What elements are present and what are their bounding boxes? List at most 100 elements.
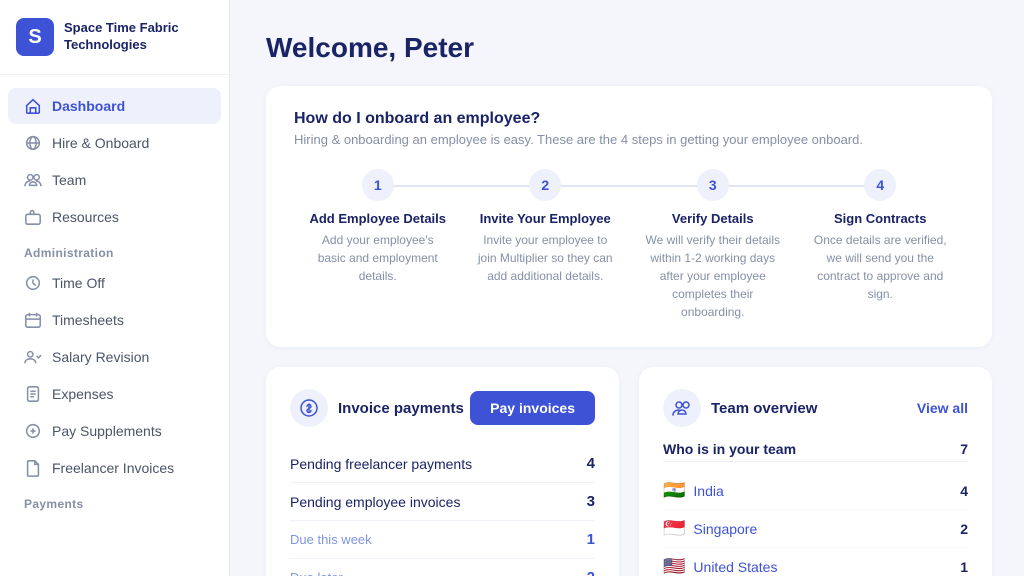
step-2-desc: Invite your employee to join Multiplier …: [475, 231, 615, 285]
team-overview-card: Team overview View all Who is in your te…: [639, 367, 992, 576]
us-count: 1: [960, 559, 968, 575]
onboard-title: How do I onboard an employee?: [294, 110, 964, 128]
india-name: India: [693, 483, 723, 499]
receipt-icon: [24, 385, 42, 403]
invoice-row-label-0: Pending freelancer payments: [290, 456, 472, 472]
sidebar-item-freelancer-invoices[interactable]: Freelancer Invoices: [8, 450, 221, 486]
singapore-flag: 🇸🇬: [663, 518, 685, 539]
sidebar-item-team[interactable]: Team: [8, 162, 221, 198]
sidebar-item-timesheets-label: Timesheets: [52, 312, 124, 328]
team-country-india: 🇮🇳 India 4: [663, 472, 968, 510]
sidebar-item-dashboard[interactable]: Dashboard: [8, 88, 221, 124]
team-card-header: Team overview View all: [663, 389, 968, 427]
step-1-desc: Add your employee's basic and employment…: [308, 231, 448, 285]
team-icon-wrap: [663, 389, 701, 427]
home-icon: [24, 97, 42, 115]
invoice-row-label-3: Due later: [290, 570, 343, 576]
view-all-link[interactable]: View all: [917, 400, 968, 416]
invoice-card-header: Invoice payments Pay invoices: [290, 389, 595, 427]
company-logo: S Space Time Fabric Technologies: [0, 0, 229, 75]
invoice-title-row: Invoice payments: [290, 389, 464, 427]
us-flag: 🇺🇸: [663, 556, 685, 576]
sidebar: S Space Time Fabric Technologies Dashboa…: [0, 0, 230, 576]
invoice-icon-wrap: [290, 389, 328, 427]
calendar-icon: [24, 311, 42, 329]
step-1-circle: 1: [362, 169, 394, 201]
team-country-singapore: 🇸🇬 Singapore 2: [663, 510, 968, 548]
invoice-row-pending-freelancer: Pending freelancer payments 4: [290, 445, 595, 483]
sidebar-item-time-off-label: Time Off: [52, 275, 105, 291]
team-overview-icon: [672, 398, 692, 418]
bottom-row: Invoice payments Pay invoices Pending fr…: [266, 367, 992, 576]
sidebar-item-expenses[interactable]: Expenses: [8, 376, 221, 412]
onboard-steps: 1 Add Employee Details Add your employee…: [294, 169, 964, 321]
step-2-title: Invite Your Employee: [480, 211, 611, 226]
who-is-in-your-team-label: Who is in your team: [663, 441, 796, 457]
onboard-card: How do I onboard an employee? Hiring & o…: [266, 86, 992, 347]
team-country-us: 🇺🇸 United States 1: [663, 548, 968, 576]
sidebar-item-hire-onboard[interactable]: Hire & Onboard: [8, 125, 221, 161]
step-3-title: Verify Details: [672, 211, 754, 226]
sidebar-item-timesheets[interactable]: Timesheets: [8, 302, 221, 338]
company-name: Space Time Fabric Technologies: [64, 20, 213, 54]
step-3-desc: We will verify their details within 1-2 …: [643, 231, 783, 321]
step-4-title: Sign Contracts: [834, 211, 926, 226]
invoice-row-count-0: 4: [587, 455, 595, 472]
payments-section-label: Payments: [0, 487, 229, 515]
india-count: 4: [960, 483, 968, 499]
team-card-title: Team overview: [711, 400, 817, 417]
invoice-row-count-2: 1: [587, 531, 595, 548]
sidebar-item-team-label: Team: [52, 172, 86, 188]
users-icon: [24, 348, 42, 366]
sidebar-item-freelancer-invoices-label: Freelancer Invoices: [52, 460, 174, 476]
step-2-circle: 2: [529, 169, 561, 201]
sidebar-item-hire-onboard-label: Hire & Onboard: [52, 135, 149, 151]
step-4-desc: Once details are verified, we will send …: [810, 231, 950, 303]
invoice-card-title: Invoice payments: [338, 400, 464, 417]
admin-section-label: Administration: [0, 236, 229, 264]
invoice-row-label-1: Pending employee invoices: [290, 494, 460, 510]
invoice-row-count-3: 2: [587, 569, 595, 576]
team-title-row: Team overview: [663, 389, 817, 427]
invoice-row-count-1: 3: [587, 493, 595, 510]
sidebar-item-dashboard-label: Dashboard: [52, 98, 125, 114]
sidebar-item-resources-label: Resources: [52, 209, 119, 225]
onboard-subtitle: Hiring & onboarding an employee is easy.…: [294, 132, 964, 147]
us-name: United States: [693, 559, 777, 575]
pay-invoices-button[interactable]: Pay invoices: [470, 391, 595, 425]
sidebar-item-expenses-label: Expenses: [52, 386, 113, 402]
sidebar-item-time-off[interactable]: Time Off: [8, 265, 221, 301]
team-section-header: Who is in your team 7: [663, 441, 968, 462]
invoice-payments-icon: [299, 398, 319, 418]
team-total-count: 7: [960, 441, 968, 457]
invoice-row-due-week: Due this week 1: [290, 521, 595, 559]
clock-icon: [24, 274, 42, 292]
doc-icon: [24, 459, 42, 477]
onboard-step-4: 4 Sign Contracts Once details are verifi…: [797, 169, 965, 303]
step-3-circle: 3: [697, 169, 729, 201]
company-initial: S: [16, 18, 54, 56]
step-4-circle: 4: [864, 169, 896, 201]
invoice-row-pending-employee: Pending employee invoices 3: [290, 483, 595, 521]
singapore-name: Singapore: [693, 521, 757, 537]
sidebar-item-pay-supplements-label: Pay Supplements: [52, 423, 162, 439]
main-nav: Dashboard Hire & Onboard: [0, 75, 229, 519]
page-title: Welcome, Peter: [266, 32, 992, 64]
singapore-count: 2: [960, 521, 968, 537]
onboard-step-1: 1 Add Employee Details Add your employee…: [294, 169, 462, 285]
onboard-step-2: 2 Invite Your Employee Invite your emplo…: [462, 169, 630, 285]
sidebar-item-pay-supplements[interactable]: Pay Supplements: [8, 413, 221, 449]
onboard-step-3: 3 Verify Details We will verify their de…: [629, 169, 797, 321]
plus-circle-icon: [24, 422, 42, 440]
main-content: Welcome, Peter How do I onboard an emplo…: [230, 0, 1024, 576]
sidebar-item-salary-revision-label: Salary Revision: [52, 349, 149, 365]
team-icon: [24, 171, 42, 189]
invoice-payments-card: Invoice payments Pay invoices Pending fr…: [266, 367, 619, 576]
invoice-row-due-later: Due later 2: [290, 559, 595, 576]
sidebar-item-resources[interactable]: Resources: [8, 199, 221, 235]
briefcase-icon: [24, 208, 42, 226]
step-1-title: Add Employee Details: [309, 211, 446, 226]
globe-icon: [24, 134, 42, 152]
india-flag: 🇮🇳: [663, 480, 685, 501]
sidebar-item-salary-revision[interactable]: Salary Revision: [8, 339, 221, 375]
